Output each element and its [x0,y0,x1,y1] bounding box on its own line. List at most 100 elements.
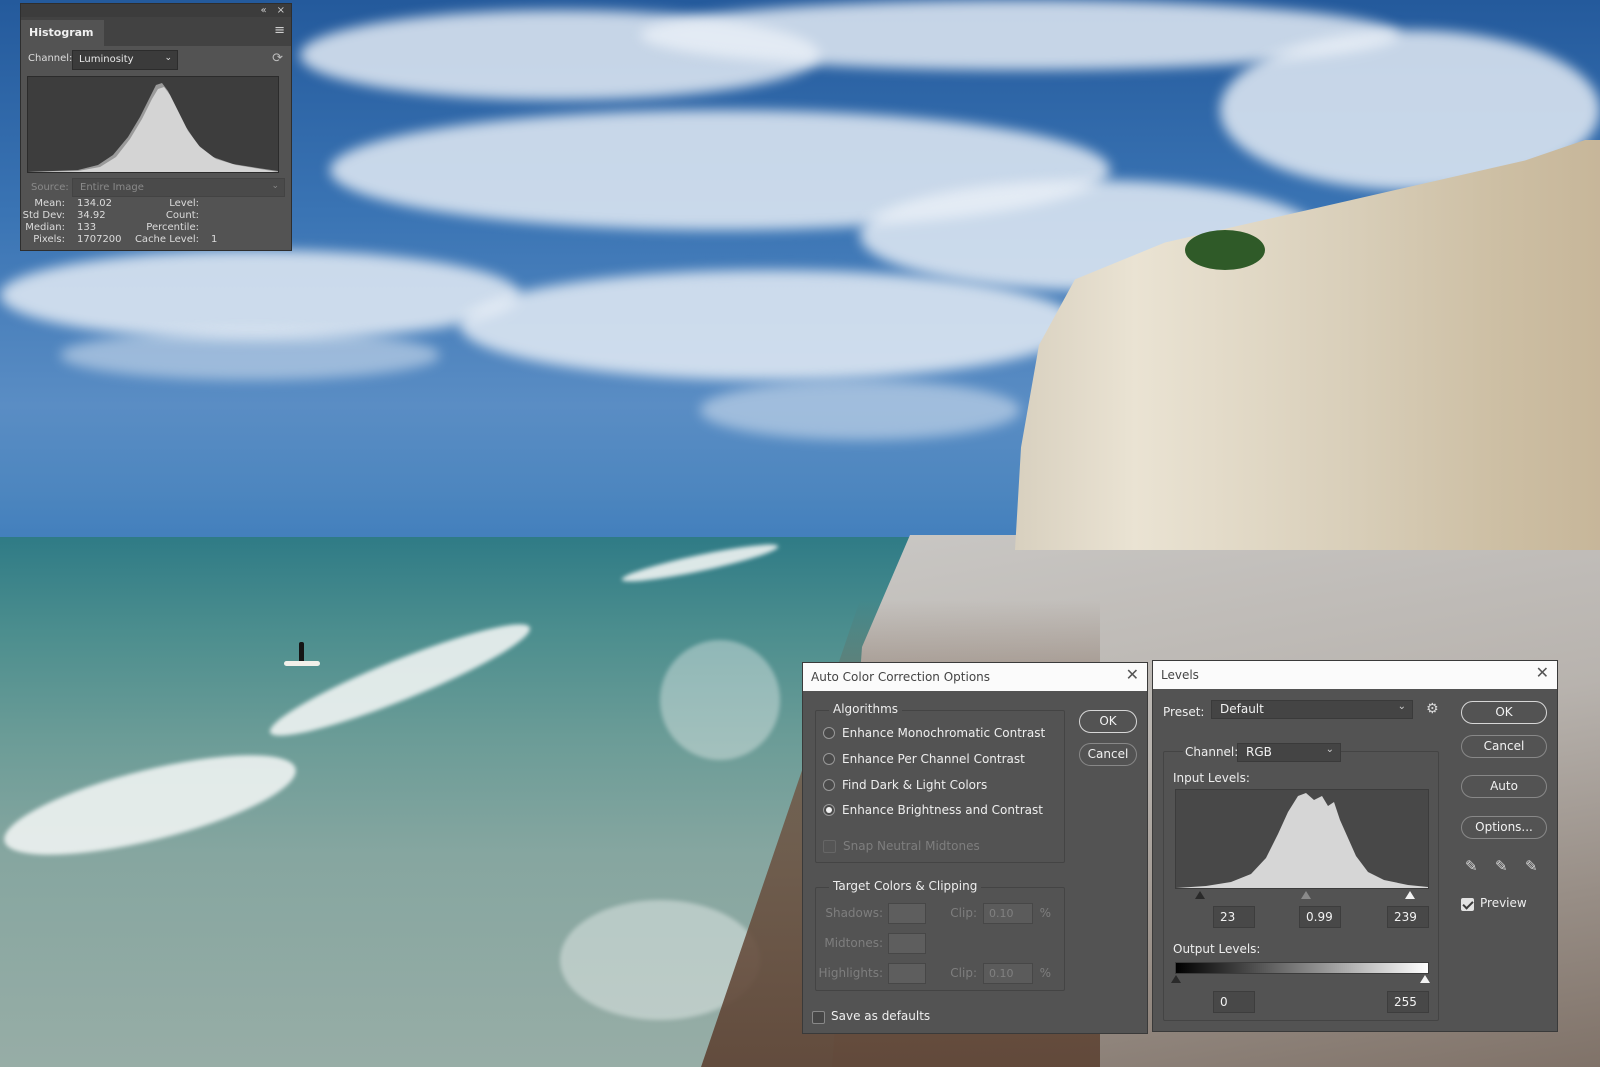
algorithms-title: Algorithms [829,702,903,716]
cliff-vegetation [1185,230,1265,270]
radio-label: Enhance Brightness and Contrast [842,803,1043,817]
radio-button-selected[interactable] [823,804,835,816]
ok-button[interactable]: OK [1079,710,1137,733]
histogram-curve [28,83,278,172]
levels-histogram-curve [1176,793,1428,888]
wave [660,640,780,760]
stat-level-label: Level: [169,198,199,209]
gray-eyedropper-icon[interactable]: ✎ [1495,857,1508,875]
preset-select[interactable]: Default ⌄ [1211,700,1413,719]
cancel-button[interactable]: Cancel [1079,743,1137,766]
source-value: Entire Image [80,182,144,193]
clip-label: Clip: [950,966,977,980]
radio-find-dark-light[interactable]: Find Dark & Light Colors [823,778,987,792]
panel-menu-icon[interactable]: ≡ [274,23,291,46]
black-eyedropper-icon[interactable]: ✎ [1465,857,1478,875]
target-colors-title: Target Colors & Clipping [829,879,982,893]
stat-mean-label: Mean: [34,198,65,209]
percent-label: % [1039,966,1051,980]
clip-label: Clip: [950,906,977,920]
stat-count-label: Count: [165,210,199,221]
radio-enhance-brightness[interactable]: Enhance Brightness and Contrast [823,803,1043,817]
shadows-swatch[interactable] [888,903,926,924]
channel-value: RGB [1246,745,1272,759]
source-select[interactable]: Entire Image ⌄ [72,178,285,197]
radio-button[interactable] [823,779,835,791]
chevron-down-icon: ⌄ [1325,744,1334,755]
output-levels-label: Output Levels: [1173,942,1261,956]
radio-label: Enhance Monochromatic Contrast [842,726,1046,740]
surfboard [284,661,320,666]
white-eyedropper-icon[interactable]: ✎ [1525,857,1538,875]
shadows-clip-input[interactable]: 0.10 [983,903,1033,924]
highlights-label: Highlights: [818,966,883,980]
dialog-title-bar: Levels ✕ [1153,661,1557,689]
gamma-slider[interactable] [1301,891,1311,899]
preview-label: Preview [1480,896,1527,910]
highlights-clip-input[interactable]: 0.10 [983,963,1033,984]
snap-neutral-label: Snap Neutral Midtones [843,839,980,853]
output-white-field[interactable]: 255 [1387,991,1429,1013]
ok-button[interactable]: OK [1461,701,1547,724]
close-icon[interactable]: ✕ [1126,667,1139,683]
source-label: Source: [31,182,69,193]
preset-label: Preset: [1163,705,1205,719]
input-levels-histogram [1175,789,1429,889]
auto-button[interactable]: Auto [1461,775,1547,798]
panel-topbar: « × [21,4,291,17]
stat-stddev-value: 34.92 [77,210,106,221]
cloud [0,250,520,340]
channel-select[interactable]: RGB ⌄ [1237,743,1341,762]
channel-value: Luminosity [79,54,134,65]
stat-pixels-label: Pixels: [33,234,65,245]
save-defaults-label: Save as defaults [831,1009,931,1023]
output-white-slider[interactable] [1420,975,1430,983]
midtones-label: Midtones: [824,936,883,950]
black-point-slider[interactable] [1195,891,1205,899]
luminosity-histogram [27,76,279,173]
highlights-swatch[interactable] [888,963,926,984]
radio-label: Enhance Per Channel Contrast [842,752,1025,766]
stat-median-label: Median: [25,222,65,233]
tab-histogram[interactable]: Histogram [21,20,104,46]
chevron-down-icon: ⌄ [164,53,172,63]
stat-cache-level-label: Cache Level: [134,234,199,245]
dialog-title: Auto Color Correction Options [811,670,991,684]
percent-label: % [1039,906,1051,920]
gear-icon[interactable]: ⚙ [1426,701,1439,717]
close-icon[interactable]: ✕ [1536,665,1549,681]
channel-label: Channel: [28,53,73,64]
close-icon[interactable]: × [277,5,285,16]
refresh-icon[interactable]: ⟳ [272,51,283,66]
snap-neutral-checkbox [823,839,836,853]
preset-value: Default [1220,702,1264,716]
input-white-field[interactable]: 239 [1387,906,1429,928]
collapse-icon[interactable]: « [260,5,266,16]
dialog-title: Levels [1161,668,1199,682]
radio-enhance-per-channel[interactable]: Enhance Per Channel Contrast [823,752,1025,766]
stat-pixels-value: 1707200 [77,234,122,245]
input-levels-label: Input Levels: [1173,771,1250,785]
output-black-field[interactable]: 0 [1213,991,1255,1013]
dialog-title-bar: Auto Color Correction Options ✕ [803,663,1147,691]
radio-label: Find Dark & Light Colors [842,778,988,792]
output-black-slider[interactable] [1171,975,1181,983]
preview-checkbox[interactable] [1461,898,1474,911]
save-defaults-checkbox[interactable] [812,1011,825,1024]
input-gamma-field[interactable]: 0.99 [1299,906,1341,928]
chevron-down-icon: ⌄ [1397,701,1406,712]
cancel-button[interactable]: Cancel [1461,735,1547,758]
white-point-slider[interactable] [1405,891,1415,899]
channel-select[interactable]: Luminosity ⌄ [72,50,178,70]
auto-color-correction-dialog: Auto Color Correction Options ✕ Algorith… [802,662,1148,1034]
stat-median-value: 133 [77,222,97,233]
input-black-field[interactable]: 23 [1213,906,1255,928]
options-button[interactable]: Options... [1461,816,1547,839]
snap-neutral-midtones-option: Snap Neutral Midtones [823,839,980,853]
radio-button[interactable] [823,753,835,765]
cloud [60,330,440,380]
midtones-swatch[interactable] [888,933,926,954]
channel-label: Channel: [1183,745,1241,759]
radio-enhance-monochromatic[interactable]: Enhance Monochromatic Contrast [823,726,1045,740]
radio-button[interactable] [823,727,835,739]
